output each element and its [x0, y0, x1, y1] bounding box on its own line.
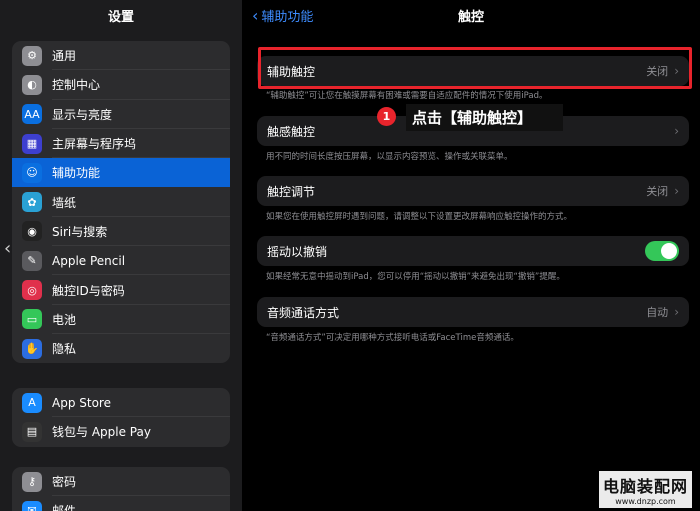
sidebar-item-label: 电池 — [52, 312, 77, 327]
sidebar-item[interactable]: ✉ 邮件 — [12, 496, 230, 511]
chevron-right-icon: › — [674, 305, 679, 319]
row-label: 摇动以撤销 — [267, 244, 328, 259]
pencil-icon: ✎ — [22, 250, 42, 271]
row-label: 触控调节 — [267, 184, 316, 199]
battery-icon: ▭ — [22, 309, 42, 330]
annotation-callout: 点击【辅助触控】 — [406, 104, 563, 131]
sidebar-item-label: Siri与搜索 — [52, 224, 108, 239]
hand-icon: ✋ — [22, 338, 42, 359]
sidebar-item-label: 通用 — [52, 49, 77, 64]
sidebar-item-label: App Store — [52, 395, 111, 410]
sidebar-item[interactable]: ◉ Siri与搜索 — [12, 217, 230, 247]
settings-group-3: ⚷ 密码 ✉ 邮件 — [12, 467, 230, 511]
wallet-icon: ▤ — [22, 421, 42, 442]
text-size-icon: AA — [22, 104, 42, 125]
sidebar-item[interactable]: ◎ 触控ID与密码 — [12, 275, 230, 305]
touch-accommodations-row[interactable]: 触控调节 关闭 › — [257, 176, 689, 206]
call-audio-routing-row[interactable]: 音频通话方式 自动 › — [257, 297, 689, 327]
sidebar-item[interactable]: ◐ 控制中心 — [12, 70, 230, 100]
watermark-line2: www.dnzp.com — [615, 497, 676, 506]
sidebar-item[interactable]: ▤ 钱包与 Apple Pay — [12, 417, 230, 446]
sidebar-item-label: Apple Pencil — [52, 253, 126, 268]
sidebar-item[interactable]: ⚙ 通用 — [12, 41, 230, 71]
sidebar: 设置 ⚙ 通用 ◐ 控制中心 AA 显示与亮度 ▦ 主屏幕与程序坞 ☺ 辅助功能 ✿ 墙纸 ◉ Siri与… — [0, 0, 242, 511]
highlight-box — [258, 47, 692, 89]
step-badge: 1 — [377, 107, 396, 126]
sidebar-item-label: 辅助功能 — [52, 166, 101, 181]
sidebar-item[interactable]: ☺ 辅助功能 — [12, 158, 230, 188]
sidebar-item[interactable]: ✎ Apple Pencil — [12, 246, 230, 276]
sidebar-item-label: 钱包与 Apple Pay — [52, 425, 151, 440]
fingerprint-icon: ◎ — [22, 280, 42, 301]
sidebar-item[interactable]: ▭ 电池 — [12, 305, 230, 335]
watermark: 电脑装配网 www.dnzp.com — [598, 471, 692, 508]
settings-group-1: ⚙ 通用 ◐ 控制中心 AA 显示与亮度 ▦ 主屏幕与程序坞 ☺ 辅助功能 ✿ 墙纸 ◉ Siri与搜索 ✎… — [12, 41, 230, 364]
settings-group-2: A App Store ▤ 钱包与 Apple Pay — [12, 388, 230, 447]
watermark-line1: 电脑装配网 — [602, 477, 688, 496]
sidebar-item-label: 控制中心 — [52, 78, 101, 93]
sidebar-item-label: 墙纸 — [52, 195, 77, 210]
gear-icon: ⚙ — [22, 45, 42, 66]
chevron-right-icon: › — [674, 184, 679, 198]
sidebar-item-label: 显示与亮度 — [52, 107, 113, 122]
row-value: 关闭 — [646, 185, 669, 198]
sidebar-item[interactable]: ⚷ 密码 — [12, 467, 230, 497]
key-icon: ⚷ — [22, 471, 42, 492]
app-store-icon: A — [22, 392, 42, 413]
shake-to-undo-row: 摇动以撤销 — [257, 236, 689, 266]
page-title: 触控 — [457, 10, 484, 25]
home-grid-icon: ▦ — [22, 133, 42, 154]
sidebar-item[interactable]: AA 显示与亮度 — [12, 100, 230, 130]
shake-to-undo-footer: 如果经常无意中摇动到iPad，您可以停用“摇动以撤销”来避免出现“撤销”提醒。 — [266, 272, 565, 282]
call-audio-routing-footer: “音频通话方式”可决定用哪种方式接听电话或FaceTime音频通话。 — [266, 333, 519, 343]
wallpaper-flower-icon: ✿ — [22, 192, 42, 213]
chevron-left-icon[interactable]: ‹ — [4, 238, 11, 259]
shake-to-undo-toggle[interactable] — [645, 241, 679, 261]
toggles-icon: ◐ — [22, 74, 42, 95]
sidebar-item[interactable]: ▦ 主屏幕与程序坞 — [12, 129, 230, 159]
sidebar-item-label: 隐私 — [52, 342, 77, 357]
sidebar-item[interactable]: ✋ 隐私 — [12, 334, 230, 363]
sidebar-item[interactable]: ✿ 墙纸 — [12, 187, 230, 218]
row-label: 音频通话方式 — [267, 305, 340, 320]
sidebar-item[interactable]: A App Store — [12, 388, 230, 418]
haptic-touch-footer: 用不同的时间长度按压屏幕，以显示内容预览、操作或关联菜单。 — [266, 152, 513, 162]
chevron-right-icon: › — [674, 124, 679, 138]
sidebar-item-label: 密码 — [52, 475, 77, 490]
row-value: 自动 — [646, 306, 669, 319]
sidebar-item-label: 主屏幕与程序坞 — [52, 137, 137, 152]
sidebar-item-label: 邮件 — [52, 502, 76, 511]
sidebar-item-label: 触控ID与密码 — [52, 283, 125, 298]
siri-icon: ◉ — [22, 221, 42, 242]
mail-icon: ✉ — [22, 500, 42, 511]
sidebar-title: 设置 — [107, 10, 134, 25]
touch-accommodations-footer: 如果您在使用触控屏时遇到问题，请调整以下设置更改屏幕响应触控操作的方式。 — [266, 212, 573, 222]
accessibility-icon: ☺ — [22, 162, 42, 183]
assistive-touch-footer: “辅助触控”可让您在触摸屏幕有困难或需要自适应配件的情况下使用iPad。 — [266, 91, 548, 101]
